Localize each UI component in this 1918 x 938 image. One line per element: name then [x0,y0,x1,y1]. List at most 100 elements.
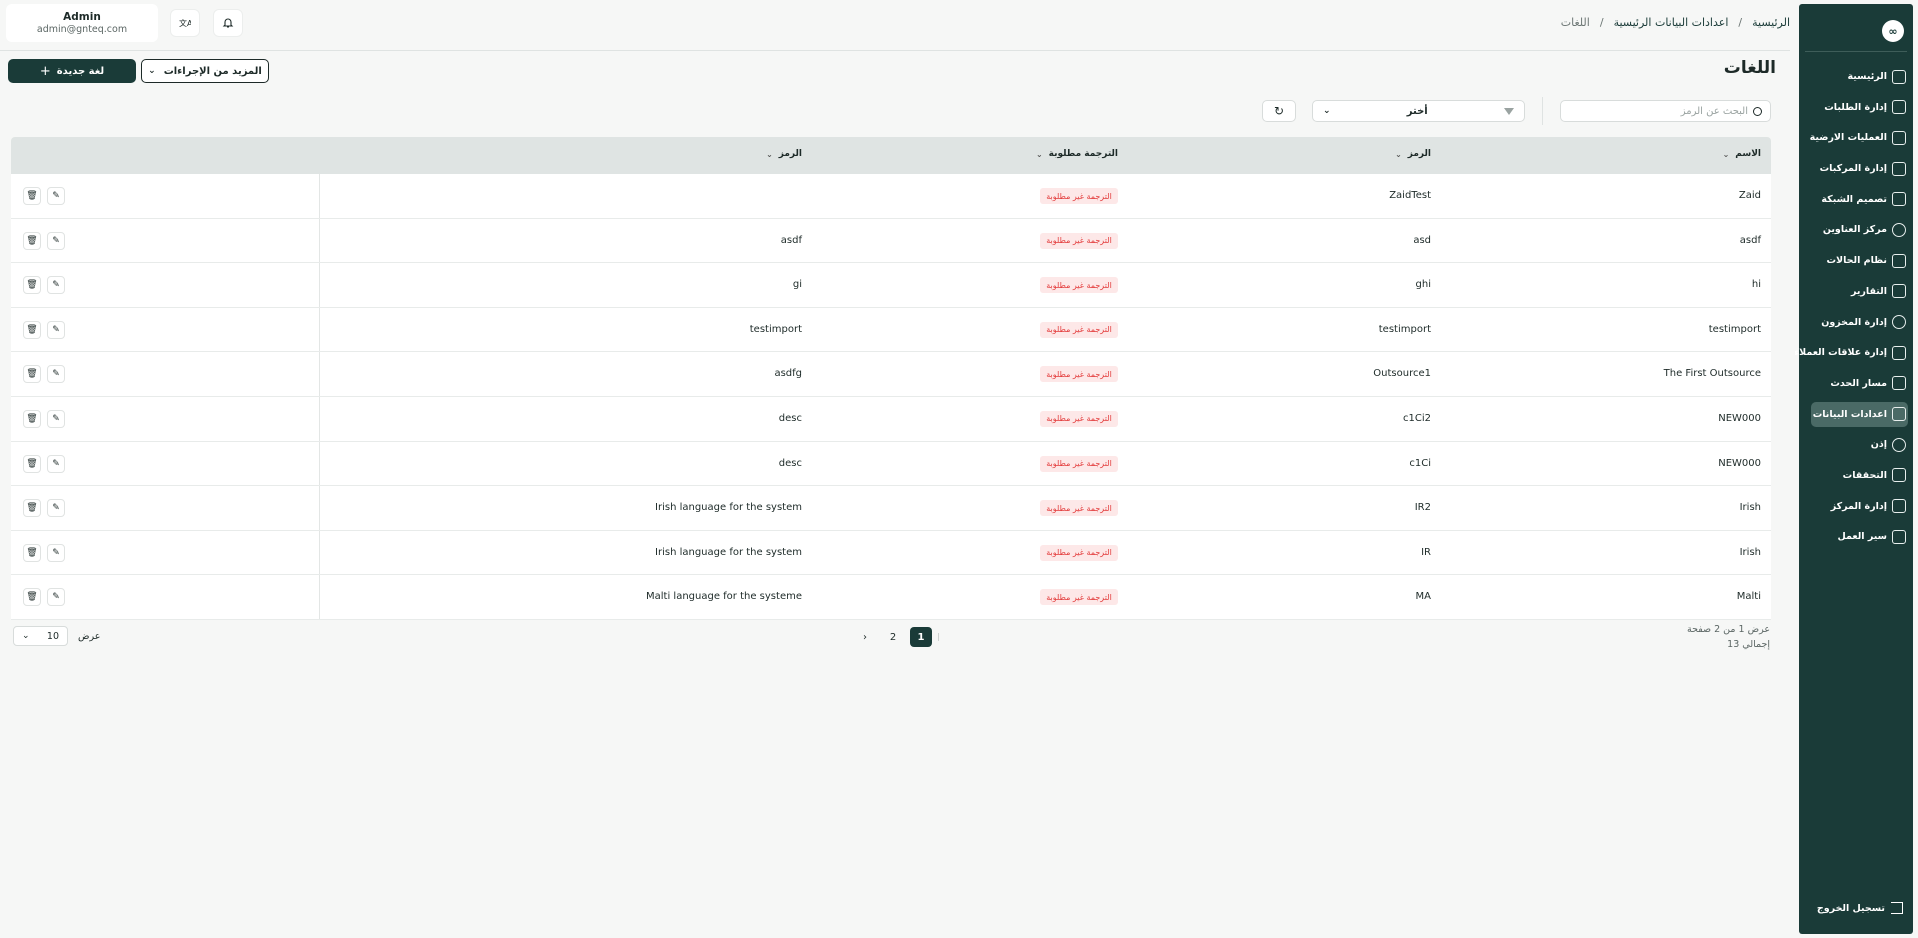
trash-icon: 🗑 [26,324,38,335]
column-label: الرمز [1407,149,1431,159]
event-path-icon [1892,376,1906,391]
column-header-description[interactable]: ⌄ الرمز [766,149,802,159]
edit-button[interactable]: ✎ [47,588,65,607]
table-row: asdf asd الترجمة غير مطلوبة asdf ✎ 🗑 [11,218,1771,264]
column-header-translation[interactable]: ⌄ الترجمة مطلوبة [1036,149,1118,159]
edit-button[interactable]: ✎ [47,454,65,473]
cell-code: ZaidTest [1389,190,1431,201]
delete-button[interactable]: 🗑 [23,409,41,428]
delete-button[interactable]: 🗑 [23,276,41,295]
sidebar-item-label: نظام الحالات [1826,255,1887,267]
breadcrumb-home[interactable]: الرئيسية [1752,16,1790,29]
sidebar-item-inventory[interactable]: إدارة المخزون [1811,310,1908,335]
actions-divider [319,575,320,619]
page-button-2[interactable]: 2 [882,627,904,647]
refresh-icon: ↻ [1273,104,1285,118]
status-badge: الترجمة غير مطلوبة [1040,232,1118,249]
next-page-button[interactable]: › [854,627,876,647]
filter-select[interactable]: ⌄ أختر [1312,100,1525,122]
cell-code: c1Ci2 [1403,412,1431,424]
status-badge: الترجمة غير مطلوبة [1040,366,1118,383]
page-button-1[interactable]: 1 [910,627,932,647]
table-row: Zaid ZaidTest الترجمة غير مطلوبة ✎ 🗑 [11,174,1771,219]
logout-label: تسجيل الخروج [1816,902,1885,914]
delete-button[interactable]: 🗑 [23,454,41,473]
pencil-icon: ✎ [52,324,60,335]
header-divider [0,50,1790,51]
status-badge: الترجمة غير مطلوبة [1040,589,1118,606]
edit-button[interactable]: ✎ [47,187,65,205]
sidebar-item-reports[interactable]: التقارير [1811,279,1908,304]
delete-button[interactable]: 🗑 [23,365,41,384]
sidebar-item-address[interactable]: مركز العناوين [1811,217,1908,242]
actions-divider [319,396,320,441]
status-badge: الترجمة غير مطلوبة [1040,544,1118,561]
breadcrumb-separator: / [1599,16,1604,29]
logout-button[interactable]: تسجيل الخروج [1817,902,1903,914]
page-count-text: عرض 1 من 2 صفحة [1686,624,1770,635]
search-input[interactable] [1578,105,1748,117]
edit-button[interactable]: ✎ [47,409,65,428]
sidebar-item-crm[interactable]: إدارة علاقات العملاء [1794,340,1908,365]
column-label: الاسم [1735,149,1761,159]
edit-button[interactable]: ✎ [47,231,65,250]
sidebar-item-orders[interactable]: إدارة الطلبات [1811,95,1908,120]
edit-button[interactable]: ✎ [47,276,65,295]
delete-button[interactable]: 🗑 [23,499,41,518]
chevron-down-icon: ⌄ [1035,149,1043,159]
pager-divider [938,633,939,641]
sidebar-item-dashboard[interactable]: الرئيسية [1811,64,1908,89]
translate-icon[interactable]: 文A [170,9,200,37]
per-page-value: 10 [46,630,59,642]
bell-icon[interactable] [213,9,243,37]
trash-icon: 🗑 [26,503,38,514]
sidebar-item-network[interactable]: تصميم الشبكة [1811,187,1908,212]
column-header-name[interactable]: ⌄ الاسم [1723,149,1761,159]
ground-ops-icon [1892,130,1906,145]
edit-button[interactable]: ✎ [47,543,65,562]
breadcrumb-master-data[interactable]: اعدادات البيانات الرئيسية [1614,16,1729,29]
trash-icon: 🗑 [26,592,38,603]
sidebar-item-validation[interactable]: التحققات [1811,463,1908,488]
edit-button[interactable]: ✎ [47,320,65,339]
network-icon [1892,192,1906,207]
per-page-select[interactable]: ⌄ 10 [13,626,68,646]
refresh-button[interactable]: ↻ [1262,100,1296,122]
edit-button[interactable]: ✎ [47,499,65,518]
sidebar-item-permission[interactable]: إذن [1811,432,1908,457]
sidebar-item-ground-ops[interactable]: العمليات الارضية [1810,125,1908,150]
table-row: NEW000 c1Ci الترجمة غير مطلوبة desc ✎ 🗑 [11,441,1771,487]
table-row: Irish IR2 الترجمة غير مطلوبة Irish language… [11,486,1771,531]
logo[interactable]: ∞ [1882,20,1904,42]
sidebar-item-workflow[interactable]: سير العمل [1811,524,1908,549]
cell-name: Irish [1739,546,1761,558]
delete-button[interactable]: 🗑 [23,231,41,250]
delete-button[interactable]: 🗑 [23,588,41,607]
sidebar-item-status[interactable]: نظام الحالات [1811,248,1908,273]
cell-code: Outsource1 [1373,368,1431,380]
cell-description: testimport [749,323,802,335]
chevron-down-icon: ⌄ [22,631,30,641]
table-row: Irish IR الترجمة غير مطلوبة Irish language … [11,530,1771,576]
sidebar-item-center[interactable]: إدارة المركز [1811,494,1908,519]
cell-name: The First Outsource [1663,368,1761,380]
sidebar-item-database[interactable]: اعدادات البيانات [1811,401,1908,427]
user-card[interactable]: Admin admin@gnteq.com [6,4,158,42]
delete-button[interactable]: 🗑 [23,320,41,339]
edit-button[interactable]: ✎ [47,365,65,384]
status-badge: الترجمة غير مطلوبة [1040,277,1118,294]
delete-button[interactable]: 🗑 [23,543,41,562]
sidebar-item-label: إذن [1870,439,1887,451]
sidebar-item-vehicles[interactable]: إدارة المركبات [1811,156,1908,181]
sidebar-item-label: التقارير [1850,285,1887,297]
sidebar-item-event-path[interactable]: مسار الحدث [1811,371,1908,396]
more-actions-button[interactable]: ⌄ المزيد من الإجراءات [141,59,269,83]
sidebar-item-label: الرئيسية [1847,71,1887,82]
delete-button[interactable]: 🗑 [23,187,41,205]
sidebar-item-label: إدارة المركبات [1819,163,1887,175]
column-header-code[interactable]: ⌄ الرمز [1395,149,1431,159]
pencil-icon: ✎ [52,458,60,469]
new-language-button[interactable]: + لغة جديدة [8,59,136,83]
trash-icon: 🗑 [26,280,38,291]
search-field[interactable] [1560,100,1771,122]
